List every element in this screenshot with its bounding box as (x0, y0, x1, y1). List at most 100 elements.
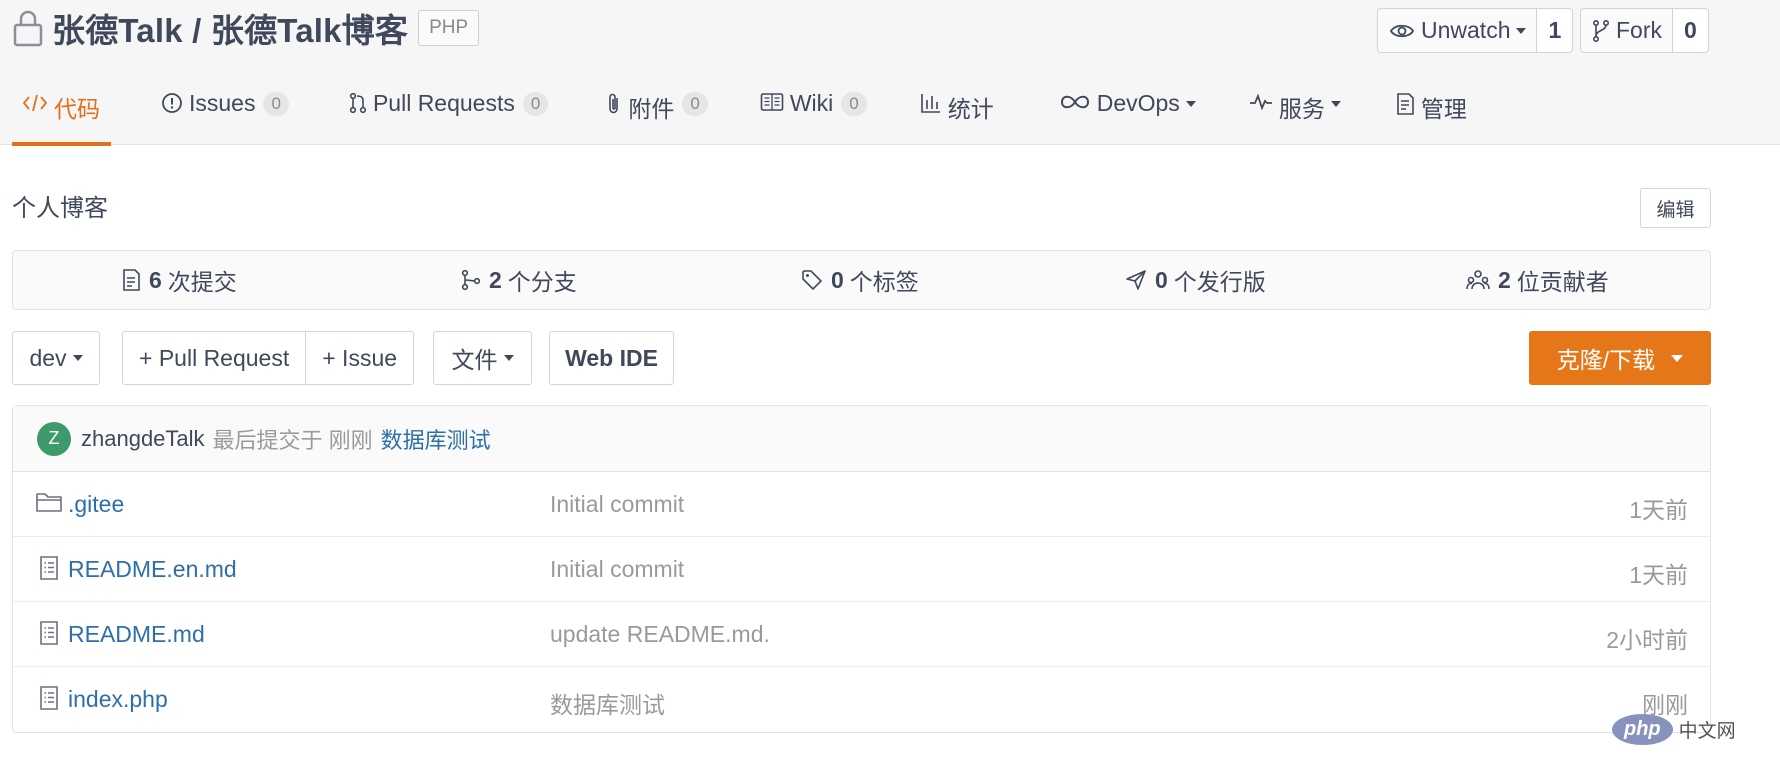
eye-icon (1390, 24, 1414, 37)
release-icon (1126, 270, 1146, 290)
repo-title-bar: 张德Talk / 张德Talk博客 PHP (12, 4, 480, 52)
tab-wiki-label: Wiki (789, 90, 834, 116)
file-commit-message[interactable]: update README.md. (550, 621, 770, 648)
file-name-link[interactable]: .gitee (68, 491, 124, 518)
file-row[interactable]: .gitee Initial commit 1天前 (13, 472, 1710, 537)
site-watermark: php 中文网 (1612, 714, 1736, 745)
new-pull-request-button[interactable]: + Pull Request (123, 332, 305, 384)
branch-select-label: dev (29, 344, 67, 371)
file-row[interactable]: README.md update README.md. 2小时前 (13, 602, 1710, 667)
file-commit-message[interactable]: Initial commit (550, 556, 684, 583)
watch-count[interactable]: 1 (1536, 9, 1573, 52)
file-commit-time: 2小时前 (1606, 627, 1688, 653)
create-button-group: + Pull Request + Issue (122, 331, 415, 385)
tab-code-label: 代码 (54, 96, 100, 122)
lock-icon (13, 10, 43, 47)
tab-statistics-label: 统计 (947, 96, 994, 122)
tab-devops-label: DevOps (1096, 90, 1180, 116)
commit-author[interactable]: zhangdeTalk (81, 426, 205, 452)
branches-label: 个分支 (507, 269, 577, 295)
contributors-count: 2 (1498, 266, 1511, 293)
infinity-icon (1060, 95, 1089, 109)
stat-commits[interactable]: 6 次提交 (121, 251, 237, 309)
new-issue-button[interactable]: + Issue (305, 332, 413, 384)
tab-services-label: 服务 (1278, 96, 1325, 122)
attachments-count-badge: 0 (682, 92, 708, 116)
fork-widget: Fork 0 (1580, 8, 1709, 53)
branch-icon (461, 269, 481, 291)
tags-label: 个标签 (849, 269, 919, 295)
language-badge[interactable]: PHP (418, 10, 480, 46)
file-row[interactable]: index.php 数据库测试 刚刚 (13, 667, 1710, 732)
file-commit-message[interactable]: 数据库测试 (550, 686, 665, 720)
commit-message[interactable]: 数据库测试 (381, 423, 491, 455)
releases-label: 个发行版 (1173, 269, 1266, 295)
avatar[interactable]: Z (37, 421, 71, 456)
file-name-link[interactable]: README.md (68, 621, 205, 648)
contributors-icon (1466, 270, 1490, 290)
tab-services[interactable]: 服务 (1239, 82, 1351, 145)
pulse-icon (1249, 93, 1272, 111)
tab-manage-label: 管理 (1420, 96, 1467, 122)
fork-count[interactable]: 0 (1672, 9, 1708, 52)
web-ide-button[interactable]: Web IDE (549, 331, 674, 385)
chevron-down-icon (1671, 354, 1684, 362)
unwatch-button[interactable]: Unwatch (1378, 9, 1536, 52)
tab-code[interactable]: 代码 (12, 82, 111, 146)
pull-request-icon (349, 92, 367, 114)
stat-releases[interactable]: 0 个发行版 (1125, 251, 1266, 309)
repo-stats-bar: 6 次提交 2 个分支 0 个标签 0 个发行版 2 位贡献者 (12, 250, 1711, 310)
tag-icon (802, 270, 823, 291)
tab-attachments[interactable]: 附件 0 (596, 82, 717, 145)
issue-icon (162, 93, 182, 113)
branches-count: 2 (489, 266, 502, 293)
latest-commit-bar: Z zhangdeTalk 最后提交于 刚刚 数据库测试 (13, 406, 1710, 472)
repo-name[interactable]: 张德Talk / 张德Talk博客 (52, 4, 408, 52)
tab-issues[interactable]: Issues 0 (151, 82, 299, 145)
tab-wiki[interactable]: Wiki 0 (750, 82, 877, 145)
wiki-icon (760, 93, 784, 111)
file-commit-time: 1天前 (1629, 562, 1688, 588)
fork-icon (1593, 19, 1609, 42)
file-icon (40, 556, 58, 580)
pull-requests-count-badge: 0 (522, 92, 549, 116)
file-icon (40, 621, 58, 645)
branch-select[interactable]: dev (12, 331, 100, 385)
file-list: Z zhangdeTalk 最后提交于 刚刚 数据库测试 .gitee Init… (12, 405, 1711, 733)
tab-manage[interactable]: 管理 (1385, 82, 1477, 145)
fork-button[interactable]: Fork (1581, 9, 1672, 52)
file-icon (40, 686, 58, 710)
code-icon (22, 94, 48, 112)
edit-description-button[interactable]: 编辑 (1640, 188, 1711, 228)
stat-tags[interactable]: 0 个标签 (801, 251, 919, 309)
file-commit-message[interactable]: Initial commit (550, 491, 684, 518)
commit-time: 最后提交于 刚刚 (212, 427, 373, 453)
unwatch-label: Unwatch (1421, 17, 1511, 43)
stats-icon (920, 94, 940, 113)
clone-download-button[interactable]: 克隆/下载 (1529, 331, 1711, 385)
repo-nav-tabs: 代码 Issues 0 Pull Requests 0 附件 0 Wiki 0 … (12, 82, 1477, 146)
tab-statistics[interactable]: 统计 (910, 82, 1004, 145)
stat-branches[interactable]: 2 个分支 (461, 251, 577, 309)
chevron-down-icon (72, 355, 83, 361)
tags-count: 0 (831, 266, 844, 293)
tab-pull-requests[interactable]: Pull Requests 0 (339, 82, 558, 145)
php-logo: php (1612, 714, 1673, 745)
tab-attachments-label: 附件 (628, 96, 675, 122)
repo-description: 个人博客 (12, 195, 108, 222)
file-menu-button[interactable]: 文件 (433, 331, 532, 385)
fork-label: Fork (1616, 17, 1662, 43)
file-row[interactable]: README.en.md Initial commit 1天前 (13, 537, 1710, 602)
issues-count-badge: 0 (263, 92, 289, 116)
commits-label: 次提交 (167, 269, 237, 295)
wiki-count-badge: 0 (841, 92, 867, 116)
tab-pull-requests-label: Pull Requests (372, 90, 515, 116)
tab-devops[interactable]: DevOps (1049, 82, 1206, 145)
releases-count: 0 (1155, 266, 1168, 293)
folder-icon (36, 493, 62, 512)
tab-issues-label: Issues (189, 90, 256, 116)
stat-contributors[interactable]: 2 位贡献者 (1466, 251, 1609, 309)
file-name-link[interactable]: index.php (68, 686, 168, 713)
file-name-link[interactable]: README.en.md (68, 556, 237, 583)
watch-widget: Unwatch 1 (1377, 8, 1574, 53)
